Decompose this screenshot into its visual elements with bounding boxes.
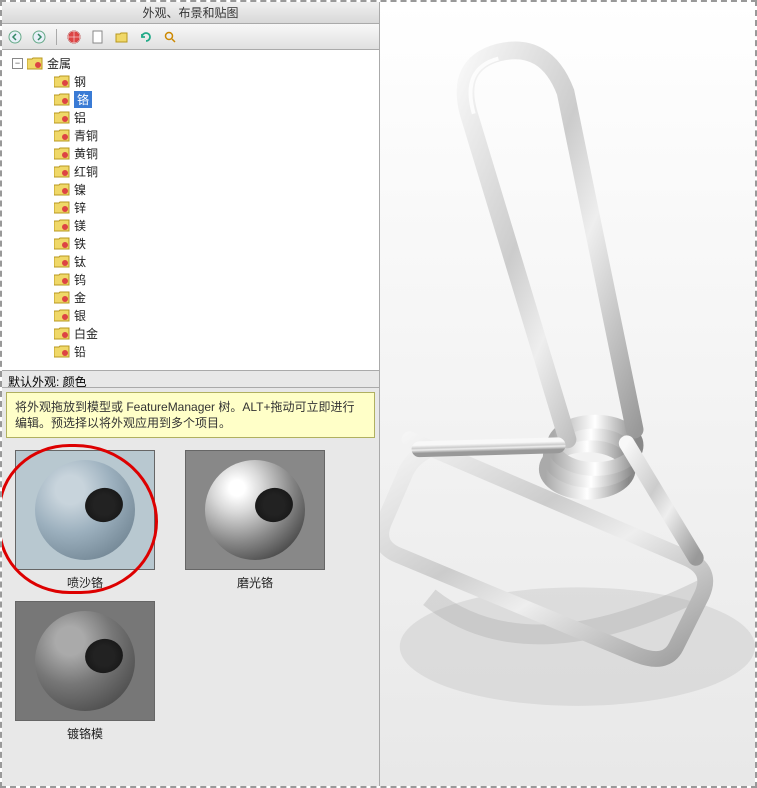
folder-icon <box>54 236 70 250</box>
tree-item-9[interactable]: 铁 <box>4 234 377 252</box>
collapse-icon[interactable]: − <box>12 58 23 69</box>
tree-item-3[interactable]: 青铜 <box>4 126 377 144</box>
folder-icon <box>54 146 70 160</box>
tree-item-5[interactable]: 红铜 <box>4 162 377 180</box>
tree-item-label: 银 <box>74 307 86 324</box>
tree-item-label: 镁 <box>74 217 86 234</box>
appearance-gallery: 喷沙铬 磨光铬镀铬模 <box>2 442 379 786</box>
folder-icon <box>54 326 70 340</box>
tree-item-2[interactable]: 铝 <box>4 108 377 126</box>
tree-item-label: 铝 <box>74 109 86 126</box>
folder-icon <box>54 110 70 124</box>
folder-icon <box>54 128 70 142</box>
globe-button[interactable] <box>65 28 83 46</box>
tree-item-label: 钨 <box>74 271 86 288</box>
thumb-image <box>185 450 325 570</box>
forward-button[interactable] <box>30 28 48 46</box>
folder-icon <box>54 254 70 268</box>
thumb-label: 镀铬模 <box>67 725 103 742</box>
tree-item-label: 铬 <box>74 91 92 108</box>
folder-icon <box>54 164 70 178</box>
thumb-2[interactable]: 镀铬模 <box>10 601 160 742</box>
thumb-label: 喷沙铬 <box>67 574 103 591</box>
search-button[interactable] <box>161 28 179 46</box>
folder-icon <box>27 56 43 70</box>
back-button[interactable] <box>6 28 24 46</box>
folder-icon <box>54 308 70 322</box>
tree-item-8[interactable]: 镁 <box>4 216 377 234</box>
thumb-image <box>15 601 155 721</box>
thumb-label: 磨光铬 <box>237 574 273 591</box>
tree-item-label: 铁 <box>74 235 86 252</box>
tree-item-13[interactable]: 银 <box>4 306 377 324</box>
folder-icon <box>54 344 70 358</box>
tree-root-metal[interactable]: − 金属 <box>4 54 377 72</box>
tree-root-label: 金属 <box>47 55 71 72</box>
thumb-1[interactable]: 磨光铬 <box>180 450 330 591</box>
default-appearance-label: 默认外观: 颜色 <box>2 370 379 388</box>
tree-item-1[interactable]: 铬 <box>4 90 377 108</box>
folder-icon <box>54 200 70 214</box>
tree-item-14[interactable]: 白金 <box>4 324 377 342</box>
tree-item-label: 青铜 <box>74 127 98 144</box>
panel-title: 外观、布景和贴图 <box>2 2 379 24</box>
model-canvas <box>380 2 755 786</box>
tree-item-0[interactable]: 钢 <box>4 72 377 90</box>
tree-item-label: 白金 <box>74 325 98 342</box>
tree-item-6[interactable]: 镍 <box>4 180 377 198</box>
tree-item-label: 铅 <box>74 343 86 360</box>
model-viewport[interactable] <box>380 2 755 786</box>
tree-item-7[interactable]: 锌 <box>4 198 377 216</box>
toolbar-separator <box>56 29 57 45</box>
tree-item-label: 镍 <box>74 181 86 198</box>
tree-item-label: 红铜 <box>74 163 98 180</box>
thumb-image <box>15 450 155 570</box>
tree-item-12[interactable]: 金 <box>4 288 377 306</box>
folder-icon <box>54 182 70 196</box>
folder-icon <box>54 92 70 106</box>
refresh-button[interactable] <box>137 28 155 46</box>
tree-item-label: 黄铜 <box>74 145 98 162</box>
tree-item-15[interactable]: 铅 <box>4 342 377 360</box>
folder-icon <box>54 74 70 88</box>
doc-button[interactable] <box>89 28 107 46</box>
tree-item-label: 钛 <box>74 253 86 270</box>
tree-item-4[interactable]: 黄铜 <box>4 144 377 162</box>
folder-icon <box>54 290 70 304</box>
hint-tooltip: 将外观拖放到模型或 FeatureManager 树。ALT+拖动可立即进行编辑… <box>6 392 375 438</box>
folder-icon <box>54 272 70 286</box>
thumb-0[interactable]: 喷沙铬 <box>10 450 160 591</box>
tree-item-10[interactable]: 钛 <box>4 252 377 270</box>
tree-item-label: 锌 <box>74 199 86 216</box>
material-tree[interactable]: − 金属 钢铬铝青铜黄铜红铜镍锌镁铁钛钨金银白金铅 <box>2 50 379 370</box>
tree-item-label: 钢 <box>74 73 86 90</box>
tree-item-label: 金 <box>74 289 86 306</box>
folder-icon <box>54 218 70 232</box>
panel-toolbar <box>2 24 379 50</box>
open-button[interactable] <box>113 28 131 46</box>
tree-item-11[interactable]: 钨 <box>4 270 377 288</box>
